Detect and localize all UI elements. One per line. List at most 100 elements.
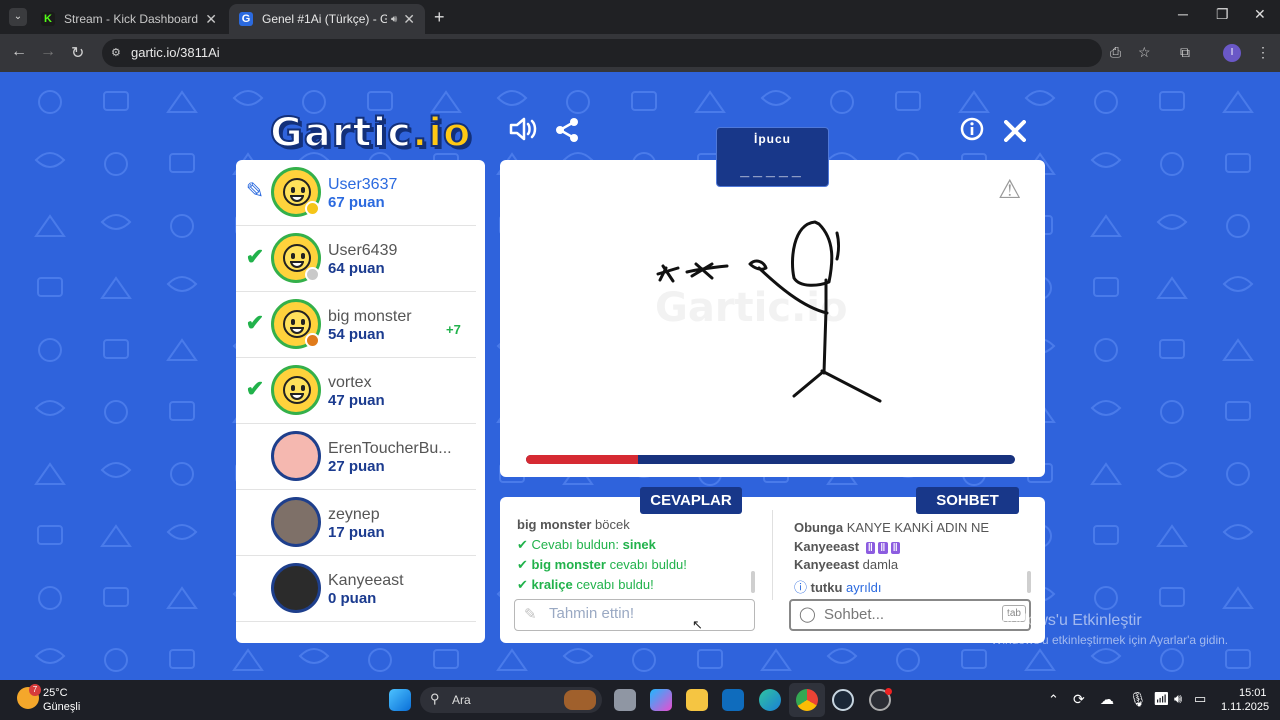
player-row[interactable]: ✔ vortex 47 puan: [236, 358, 476, 424]
clock-date[interactable]: 1.11.2025: [1221, 701, 1269, 713]
search-label: Ara: [452, 693, 471, 707]
player-name: ErenToucherBu...: [328, 440, 452, 457]
pencil-icon: ✎: [245, 178, 265, 203]
doodle-shape: [104, 152, 128, 176]
doodle-shape: [1094, 586, 1118, 610]
weather-temp[interactable]: 25°C: [43, 687, 68, 699]
bookmark-star-icon[interactable]: ☆: [1138, 44, 1151, 61]
doodle-shape: [1090, 648, 1122, 664]
doodle-shape: [961, 649, 987, 669]
close-tab-icon[interactable]: ✕: [403, 11, 415, 28]
speaker-icon[interactable]: 🔊︎: [391, 14, 397, 25]
chat-bubble-icon: ◯: [799, 606, 816, 623]
chrome-icon[interactable]: [796, 689, 818, 711]
doodle-shape: [166, 90, 198, 113]
battery-icon[interactable]: ▭: [1194, 691, 1206, 707]
doodle-shape: [169, 649, 195, 669]
minimize-icon[interactable]: ─: [1178, 6, 1188, 22]
doodle-shape: [34, 400, 66, 416]
player-row[interactable]: ✔ User6439 64 puan: [236, 226, 476, 292]
round-timer-bar: [526, 455, 1015, 464]
address-bar[interactable]: ⚙ gartic.io/3811Ai: [102, 39, 1102, 67]
forward-icon[interactable]: →: [40, 43, 56, 61]
answer-message: ✔ kraliçe cevabı buldu!: [517, 577, 654, 593]
doodle-shape: [562, 648, 594, 664]
steam-icon[interactable]: [832, 689, 854, 711]
check-icon: ✔: [517, 557, 528, 572]
close-window-icon[interactable]: ✕: [1254, 6, 1266, 23]
doodle-shape: [169, 401, 195, 421]
chat-scrollbar[interactable]: [1027, 571, 1031, 593]
info-icon[interactable]: [960, 117, 984, 148]
player-row[interactable]: ✔ big monster 54 puan +7: [236, 292, 476, 358]
extensions-icon[interactable]: ⧉: [1180, 44, 1190, 61]
weather-desc[interactable]: Güneşli: [43, 701, 80, 713]
emote-icon: Ⅱ: [890, 542, 900, 554]
tab-kick-dashboard[interactable]: K Stream - Kick Dashboard ✕: [31, 4, 227, 34]
reload-icon[interactable]: ↻: [71, 43, 84, 63]
player-row[interactable]: zeynep 17 puan: [236, 490, 476, 556]
chevron-up-icon[interactable]: ⌃: [1048, 692, 1059, 708]
message-user: Kanyeeast: [794, 557, 860, 572]
hint-word: _____: [740, 162, 805, 179]
player-points: 54 puan: [328, 326, 385, 343]
answers-scrollbar[interactable]: [751, 571, 755, 593]
player-points: 17 puan: [328, 524, 385, 541]
chat-placeholder: Sohbet...: [824, 606, 885, 623]
rank-badge: [305, 333, 320, 348]
wifi-icon[interactable]: 📶︎: [1153, 691, 1170, 707]
guess-input[interactable]: ✎ Tahmin ettin!: [514, 599, 755, 631]
site-info-icon[interactable]: ⚙: [111, 39, 121, 67]
microphone-icon[interactable]: 🎙︎: [1129, 691, 1147, 708]
profile-avatar[interactable]: I: [1223, 44, 1241, 62]
hint-box: İpucu _____: [716, 127, 829, 187]
doodle-shape: [830, 90, 854, 114]
doodle-shape: [1090, 214, 1122, 237]
file-explorer-icon[interactable]: [686, 689, 708, 711]
doodle-shape: [1094, 338, 1118, 362]
doodle-shape: [166, 276, 198, 292]
message-user: tutku: [810, 580, 843, 595]
task-view-icon[interactable]: [614, 689, 636, 711]
sound-icon[interactable]: [509, 116, 537, 149]
answer-message: ✔ Cevabı buldun: sinek: [517, 537, 656, 553]
player-row[interactable]: Kanyeeast 0 puan: [236, 556, 476, 622]
doodle-shape: [1159, 91, 1185, 111]
avatar: [271, 563, 321, 613]
taskbar-search[interactable]: ⚲ Ara: [420, 687, 602, 713]
doodle-shape: [169, 153, 195, 173]
tab-gartic[interactable]: G Genel #1Ai (Türkçe) - Gartic 🔊︎ ✕: [229, 4, 425, 34]
back-icon[interactable]: ←: [11, 43, 27, 61]
close-game-icon[interactable]: [1004, 118, 1026, 149]
windows-start-icon[interactable]: [389, 689, 411, 711]
tab-list-chevron-icon[interactable]: ⌄: [9, 8, 27, 26]
drawing-canvas[interactable]: Gartic.io: [500, 160, 1045, 477]
chat-message: Obunga KANYE KANKİ ADIN NE: [794, 520, 989, 535]
close-tab-icon[interactable]: ✕: [205, 11, 217, 28]
volume-icon[interactable]: 🔊︎: [1174, 691, 1182, 707]
doodle-shape: [1226, 214, 1250, 238]
maximize-icon[interactable]: ❐: [1216, 6, 1229, 23]
player-points: 47 puan: [328, 392, 385, 409]
cloud-icon[interactable]: ☁: [1100, 691, 1114, 708]
tab-chat[interactable]: SOHBET: [916, 487, 1019, 514]
player-name: User3637: [328, 176, 398, 193]
report-warning-icon[interactable]: ⚠: [998, 174, 1021, 205]
doodle-shape: [1222, 90, 1254, 113]
sync-icon[interactable]: ⟳: [1073, 691, 1085, 708]
player-row[interactable]: ✎ User3637 67 puan: [236, 160, 476, 226]
menu-kebab-icon[interactable]: ⋮: [1256, 44, 1270, 61]
player-row[interactable]: ErenToucherBu... 27 puan: [236, 424, 476, 490]
edge-icon[interactable]: [759, 689, 781, 711]
rank-badge: [305, 201, 320, 216]
install-app-icon[interactable]: ⎙: [1110, 44, 1121, 61]
new-tab-button[interactable]: +: [434, 7, 445, 28]
doodle-shape: [896, 648, 920, 672]
message-user: Kanyeeast: [794, 539, 860, 554]
clock-time[interactable]: 15:01: [1239, 687, 1267, 699]
copilot-icon[interactable]: [650, 689, 672, 711]
doodle-shape: [496, 648, 528, 671]
share-icon[interactable]: [554, 117, 580, 150]
outlook-icon[interactable]: [722, 689, 744, 711]
tab-answers[interactable]: CEVAPLAR: [640, 487, 742, 514]
